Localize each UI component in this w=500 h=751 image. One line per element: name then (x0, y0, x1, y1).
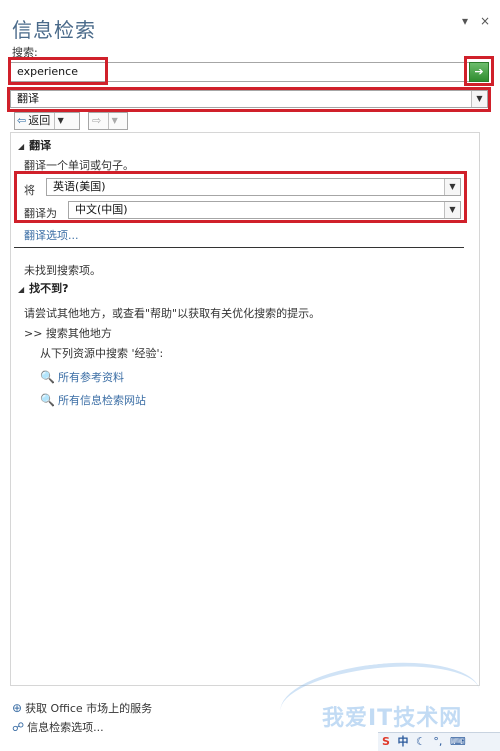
service-select-value: 翻译 (17, 92, 39, 105)
chevron-down-icon[interactable]: ▼ (53, 113, 67, 129)
to-language-select[interactable]: 中文(中国) ▼ (68, 201, 461, 219)
all-reference-books-link[interactable]: 🔍 所有参考资料 (40, 369, 124, 385)
search-other-places-link[interactable]: >> 搜索其他地方 (24, 325, 112, 341)
watermark-text: 我爱IT技术网 (322, 706, 463, 731)
all-research-sites-link[interactable]: 🔍 所有信息检索网站 (40, 392, 146, 408)
search-advice-text: 请尝试其他地方，或查看"帮助"以获取有关优化搜索的提示。 (24, 307, 321, 320)
search-resources-label: 从下列资源中搜索 '经验': (40, 347, 164, 360)
collapse-triangle-icon: ◢ (18, 142, 25, 151)
ime-toolbar[interactable]: S 中 ☾ °, ⌨ (378, 732, 500, 751)
pane-menu-icon[interactable]: ▾ (462, 14, 468, 28)
forward-button[interactable]: ⇨ ▼ (88, 112, 128, 130)
start-search-button[interactable]: ➔ (469, 62, 489, 82)
sogou-s-icon: S (382, 735, 390, 748)
chevron-down-icon: ▼ (444, 179, 460, 195)
collapse-triangle-icon: ◢ (18, 285, 25, 294)
research-pane: 信息检索 ▾ × 搜索: experience ➔ 翻译 ▼ ⇦ 返回 ▼ ⇨ ▼… (0, 0, 500, 751)
punctuation-icon: °, (433, 735, 443, 748)
translate-section-title[interactable]: ◢ 翻译 (18, 137, 51, 153)
section-divider (14, 247, 464, 248)
options-icon: ☍ (12, 720, 25, 734)
office-store-services-link[interactable]: ⊕ 获取 Office 市场上的服务 (12, 700, 152, 716)
back-arrow-icon: ⇦ (17, 114, 27, 127)
chevron-down-icon[interactable]: ▼ (107, 113, 121, 129)
ime-mode-label: 中 (397, 735, 409, 748)
from-language-value: 英语(美国) (53, 180, 106, 193)
moon-icon: ☾ (415, 735, 426, 748)
from-language-label: 将 (24, 184, 35, 197)
search-label: 搜索: (12, 46, 38, 59)
close-icon[interactable]: × (480, 14, 490, 28)
chevron-down-icon: ▼ (471, 91, 487, 107)
magnifier-book-icon: 🔍 (40, 370, 55, 384)
magnifier-book-icon: 🔍 (40, 393, 55, 407)
globe-icon: ⊕ (12, 701, 23, 715)
cant-find-section-title[interactable]: ◢ 找不到? (18, 280, 69, 296)
to-language-value: 中文(中国) (75, 203, 128, 216)
translate-hint: 翻译一个单词或句子。 (24, 159, 134, 172)
from-language-select[interactable]: 英语(美国) ▼ (46, 178, 461, 196)
service-select[interactable]: 翻译 ▼ (10, 90, 488, 108)
research-options-link[interactable]: ☍ 信息检索选项... (12, 719, 104, 735)
keyboard-icon: ⌨ (449, 735, 466, 748)
translation-options-link[interactable]: 翻译选项... (24, 227, 79, 243)
back-button[interactable]: ⇦ 返回 ▼ (14, 112, 80, 130)
back-label: 返回 (28, 114, 51, 127)
chevron-down-icon: ▼ (444, 202, 460, 218)
forward-arrow-icon: ⇨ (92, 114, 102, 127)
to-language-label: 翻译为 (24, 207, 57, 220)
search-input[interactable]: experience (10, 62, 474, 82)
pane-title: 信息检索 (12, 18, 96, 42)
no-results-message: 未找到搜索项。 (24, 264, 101, 277)
